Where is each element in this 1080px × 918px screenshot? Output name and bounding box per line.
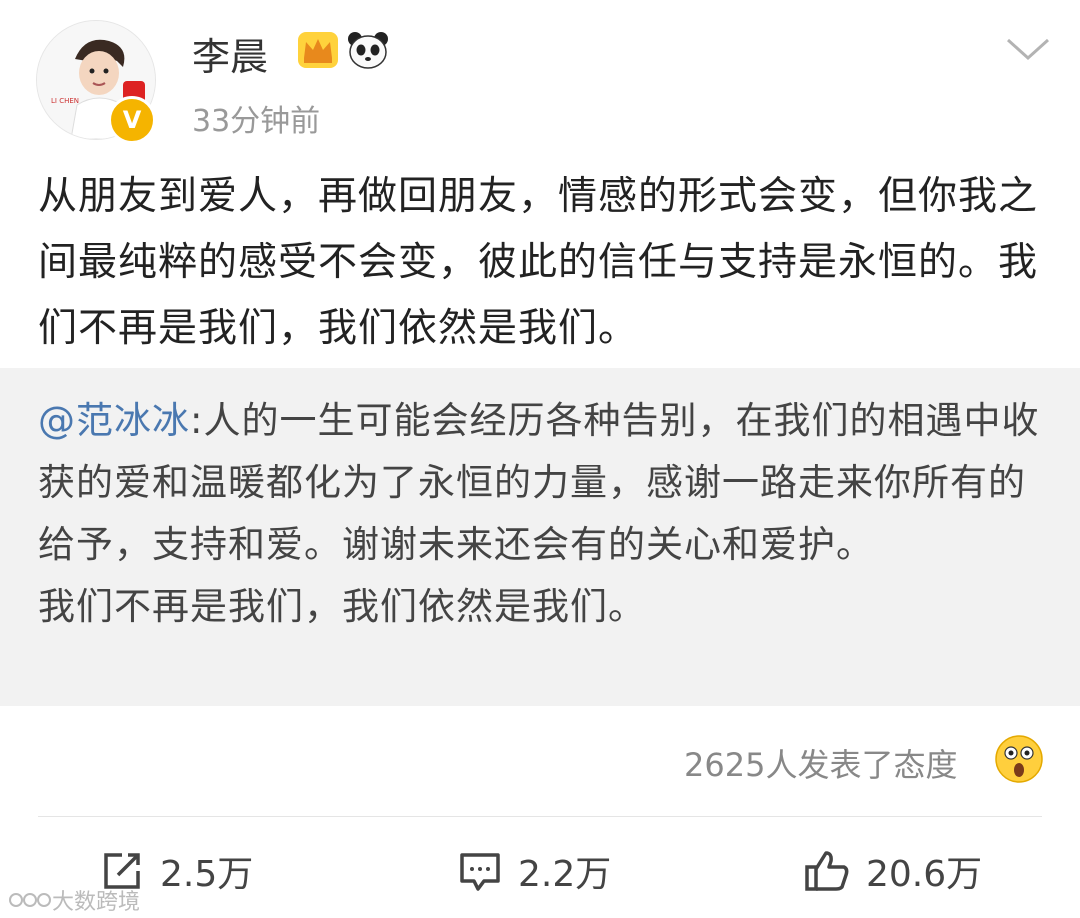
comment-count: 2.2万 xyxy=(518,854,612,895)
verified-badge: V xyxy=(108,96,156,144)
comment-button[interactable]: 2.2万 xyxy=(458,846,611,896)
reaction-summary[interactable]: 2625人发表了态度 xyxy=(684,740,957,786)
repost-count: 2.5万 xyxy=(160,854,254,895)
like-count: 20.6万 xyxy=(866,854,983,895)
mention-link[interactable]: @范冰冰 xyxy=(38,399,190,442)
retweet-text-block: @范冰冰:人的一生可能会经历各种告别，在我们的相遇中收获的爱和温暖都化为了永恒的… xyxy=(38,390,1048,638)
watermark-text: 大数跨境 xyxy=(52,890,141,915)
username[interactable]: 李晨 xyxy=(192,26,268,81)
crown-icon[interactable] xyxy=(296,30,340,74)
watermark-logo-icon xyxy=(9,893,51,907)
post-text: 从朋友到爱人，再做回朋友，情感的形式会变，但你我之间最纯粹的感受不会变，彼此的信… xyxy=(38,174,1039,351)
retweet-text-line2: 我们不再是我们，我们依然是我们。 xyxy=(38,585,646,628)
like-button[interactable]: 20.6万 xyxy=(804,846,982,896)
avatar-label: LI CHEN xyxy=(51,97,79,105)
post-timestamp: 33分钟前 xyxy=(192,104,321,139)
weibo-post: LI CHEN V 李晨 33分钟前 从朋友到爱人，再做回朋友，情感的形式会变，… xyxy=(0,0,1080,918)
thumbs-up-icon xyxy=(805,851,849,891)
chevron-down-icon[interactable] xyxy=(1002,30,1054,66)
comment-icon xyxy=(460,853,500,891)
divider xyxy=(38,816,1042,817)
panda-icon[interactable] xyxy=(346,30,390,74)
retweet-box[interactable]: @范冰冰:人的一生可能会经历各种告别，在我们的相遇中收获的爱和温暖都化为了永恒的… xyxy=(0,368,1080,706)
surprised-face-icon[interactable] xyxy=(994,734,1044,788)
watermark: 大数跨境 xyxy=(8,884,140,916)
